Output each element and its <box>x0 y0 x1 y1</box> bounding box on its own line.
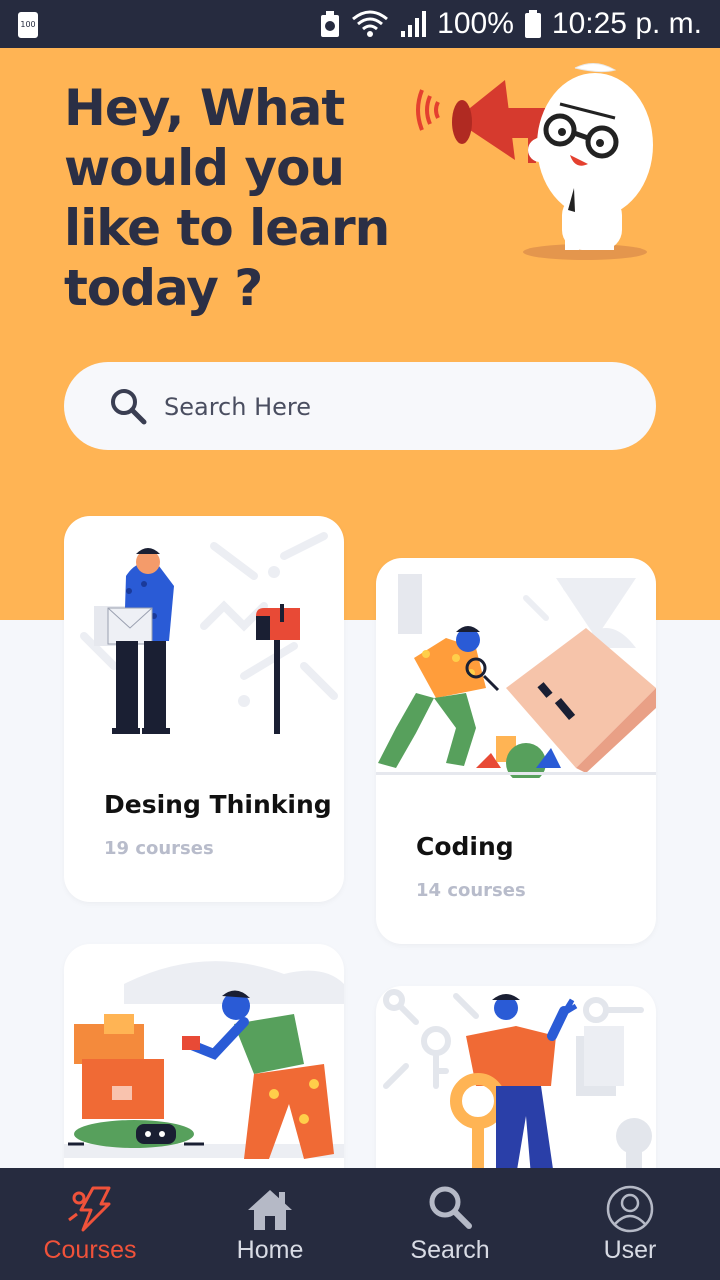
nav-home-label: Home <box>236 1236 304 1264</box>
search-icon <box>429 1186 472 1229</box>
design-thinking-illustration <box>80 532 338 734</box>
search-icon <box>111 389 147 425</box>
nav-user-label: User <box>603 1236 657 1264</box>
home-icon <box>248 1190 292 1230</box>
page-title: Hey, What would you like to learn today … <box>64 79 390 317</box>
status-bar: 100 100% 10:25 p. m. <box>0 0 720 48</box>
user-icon <box>606 1185 654 1233</box>
category-title: Coding <box>416 832 514 861</box>
search-input[interactable] <box>162 384 606 430</box>
delivery-illustration <box>64 961 344 1159</box>
search-bar[interactable] <box>64 362 656 450</box>
clock: 10:25 p. m. <box>551 7 702 40</box>
nav-search-label: Search <box>410 1236 490 1264</box>
status-right: 100% 10:25 p. m. <box>319 6 702 42</box>
category-count: 14 courses <box>416 880 526 901</box>
battery-small-icon: 100 <box>18 12 38 38</box>
category-count: 19 courses <box>104 838 214 859</box>
wifi-icon <box>352 10 389 37</box>
battery-icon <box>524 10 541 38</box>
courses-icon <box>68 1186 111 1232</box>
mascot-megaphone-illustration <box>416 63 653 260</box>
nav-courses-label: Courses <box>43 1236 137 1264</box>
nav-search[interactable]: Search <box>360 1168 540 1280</box>
recycle-icon <box>321 11 340 37</box>
category-card-design-thinking[interactable]: Desing Thinking 19 courses <box>64 516 344 902</box>
nav-user[interactable]: User <box>540 1168 720 1280</box>
battery-percent: 100% <box>437 7 514 40</box>
category-title: Desing Thinking <box>104 790 332 819</box>
security-keys-illustration <box>383 989 652 1176</box>
nav-courses[interactable]: Courses <box>0 1168 180 1280</box>
category-card-coding[interactable]: Coding 14 courses <box>376 558 656 944</box>
bottom-navigation: Courses Home Search User <box>0 1168 720 1280</box>
nav-home[interactable]: Home <box>180 1168 360 1280</box>
coding-illustration <box>376 574 656 778</box>
signal-icon <box>401 11 427 37</box>
